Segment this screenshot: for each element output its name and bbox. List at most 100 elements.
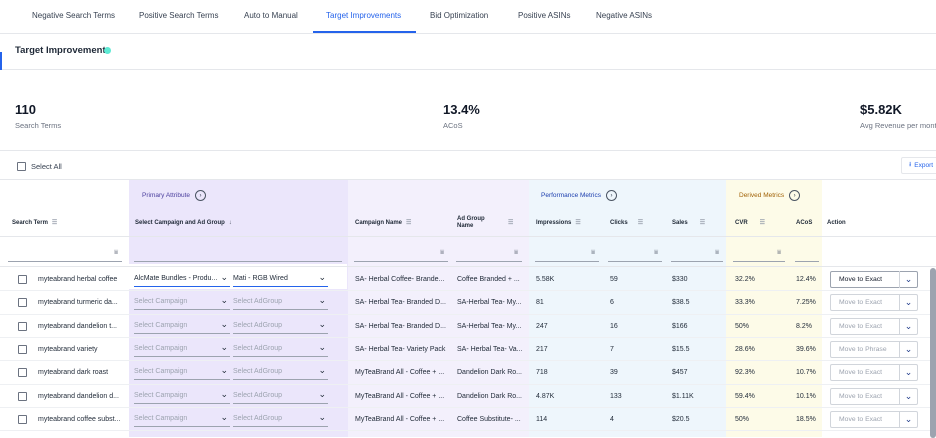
tab-negative-search-terms[interactable]: Negative Search Terms	[32, 11, 115, 20]
action-button[interactable]: Move to Exact ⌄	[830, 271, 918, 288]
filter-icon[interactable]: ⩸	[777, 249, 781, 257]
info-icon[interactable]	[104, 47, 111, 54]
header-impressions[interactable]: Impressions ☰	[536, 220, 581, 227]
chevron-right-icon[interactable]: ›	[605, 190, 617, 201]
tab-target-improvements[interactable]: Target Improvements	[326, 11, 401, 20]
adgroup-select[interactable]: Select AdGroup ⌄	[233, 364, 328, 381]
chevron-down-icon[interactable]: ⌄	[318, 272, 326, 283]
campaign-select[interactable]: AlcMate Bundles - Produ... ⌄	[134, 271, 230, 287]
vertical-scrollbar[interactable]	[930, 268, 936, 438]
chevron-down-icon[interactable]: ⌄	[318, 295, 326, 306]
export-label: Export	[914, 162, 934, 169]
tab-bid-optimization[interactable]: Bid Optimization	[430, 11, 488, 20]
row-checkbox[interactable]	[18, 414, 27, 424]
tab-auto-to-manual[interactable]: Auto to Manual	[244, 11, 298, 20]
action-button[interactable]: Move to Exact ⌄	[830, 317, 918, 335]
column-menu-icon[interactable]: ☰	[406, 220, 411, 226]
filter-search-term[interactable]	[8, 261, 122, 262]
filter-select-campaign[interactable]	[134, 261, 342, 262]
chevron-right-icon[interactable]: ›	[789, 190, 801, 201]
header-select-campaign[interactable]: Select Campaign and Ad Group ↓	[135, 220, 232, 227]
adgroup-select[interactable]: Select AdGroup ⌄	[233, 294, 328, 311]
adgroup-select[interactable]: Select AdGroup ⌄	[233, 388, 328, 404]
chevron-down-icon[interactable]: ⌄	[899, 410, 917, 428]
row-checkbox[interactable]	[18, 298, 27, 308]
chevron-down-icon[interactable]: ⌄	[899, 294, 917, 312]
campaign-select[interactable]: Select Campaign ⌄	[134, 294, 230, 311]
chevron-right-icon[interactable]: ›	[195, 190, 207, 201]
adgroup-select[interactable]: Mati - RGB Wired ⌄	[233, 271, 328, 287]
row-checkbox[interactable]	[18, 321, 27, 331]
header-campaign-name[interactable]: Campaign Name ☰	[355, 220, 411, 227]
filter-clicks[interactable]	[608, 261, 662, 262]
header-sales[interactable]: Sales ☰	[672, 220, 705, 227]
adgroup-select[interactable]: Select AdGroup ⌄	[233, 341, 328, 357]
tab-positive-search-terms[interactable]: Positive Search Terms	[139, 11, 218, 20]
column-menu-icon[interactable]: ☰	[508, 220, 513, 227]
chevron-down-icon[interactable]: ⌄	[220, 295, 228, 306]
chevron-down-icon[interactable]: ⌄	[899, 317, 917, 335]
filter-sales[interactable]	[671, 261, 723, 262]
column-menu-icon[interactable]: ☰	[760, 220, 765, 226]
chevron-down-icon[interactable]: ⌄	[899, 271, 917, 288]
column-menu-icon[interactable]: ☰	[638, 220, 643, 226]
filter-icon[interactable]: ⩸	[440, 249, 444, 257]
chevron-down-icon[interactable]: ⌄	[318, 319, 326, 330]
header-ad-group-name[interactable]: Ad Group Name	[457, 216, 485, 230]
filter-impressions[interactable]	[535, 261, 599, 262]
tab-negative-asins[interactable]: Negative ASINs	[596, 11, 652, 20]
chevron-down-icon[interactable]: ⌄	[220, 389, 228, 400]
chevron-down-icon[interactable]: ⌄	[318, 365, 326, 376]
adgroup-select[interactable]: Select AdGroup ⌄	[233, 318, 328, 334]
header-search-term[interactable]: Search Term ☰	[12, 220, 57, 227]
filter-cvr[interactable]	[733, 261, 785, 262]
chevron-down-icon[interactable]: ⌄	[318, 412, 326, 423]
chevron-down-icon[interactable]: ⌄	[220, 319, 228, 330]
filter-icon[interactable]: ⩸	[514, 249, 518, 257]
chevron-down-icon[interactable]: ⌄	[899, 340, 917, 358]
header-cvr[interactable]: CVR ☰	[735, 220, 765, 227]
header-clicks[interactable]: Clicks ☰	[610, 220, 643, 227]
filter-campaign-name[interactable]	[354, 261, 448, 262]
action-button[interactable]: Move to Exact ⌄	[830, 294, 918, 312]
filter-ad-group-name[interactable]	[456, 261, 522, 262]
filter-icon[interactable]: ⩸	[715, 249, 719, 257]
campaign-select[interactable]: Select Campaign ⌄	[134, 411, 230, 427]
action-button[interactable]: Move to Exact ⌄	[830, 410, 918, 428]
action-button[interactable]: Move to Phrase ⌄	[830, 340, 918, 358]
row-checkbox[interactable]	[18, 391, 27, 401]
cell-clicks: 4	[610, 415, 614, 423]
select-all-checkbox[interactable]	[17, 162, 26, 171]
row-checkbox[interactable]	[18, 368, 27, 378]
cell-cvr: 33.3%	[735, 299, 755, 307]
chevron-down-icon[interactable]: ⌄	[220, 412, 228, 423]
chevron-down-icon[interactable]: ⌄	[220, 365, 228, 376]
campaign-select[interactable]: Select Campaign ⌄	[134, 388, 230, 404]
column-menu-icon[interactable]: ☰	[575, 220, 580, 226]
chevron-down-icon[interactable]: ⌄	[318, 342, 326, 353]
column-menu-icon[interactable]: ☰	[52, 220, 57, 226]
column-menu-icon[interactable]: ☰	[700, 220, 705, 226]
chevron-down-icon[interactable]: ⌄	[220, 342, 228, 353]
filter-icon[interactable]: ⩸	[114, 249, 118, 257]
header-acos[interactable]: ACoS	[796, 220, 812, 227]
action-button[interactable]: Move to Exact ⌄	[830, 364, 918, 382]
chevron-down-icon[interactable]: ⌄	[899, 387, 917, 405]
chevron-down-icon[interactable]: ⌄	[899, 364, 917, 382]
filter-icon[interactable]: ⩸	[591, 249, 595, 257]
chevron-down-icon[interactable]: ⌄	[220, 272, 228, 283]
sort-down-icon[interactable]: ↓	[229, 220, 232, 226]
action-button[interactable]: Move to Exact ⌄	[830, 387, 918, 405]
row-checkbox[interactable]	[18, 344, 27, 354]
campaign-select[interactable]: Select Campaign ⌄	[134, 341, 230, 357]
chevron-down-icon[interactable]: ⌄	[318, 389, 326, 400]
select-all[interactable]: Select All	[17, 162, 62, 171]
campaign-select[interactable]: Select Campaign ⌄	[134, 318, 230, 334]
tab-positive-asins[interactable]: Positive ASINs	[518, 11, 570, 20]
export-button[interactable]: ⭳ Export	[901, 157, 936, 174]
filter-acos[interactable]	[795, 261, 819, 262]
row-checkbox[interactable]	[18, 275, 27, 284]
campaign-select[interactable]: Select Campaign ⌄	[134, 364, 230, 381]
adgroup-select[interactable]: Select AdGroup ⌄	[233, 411, 328, 427]
filter-icon[interactable]: ⩸	[654, 249, 658, 257]
